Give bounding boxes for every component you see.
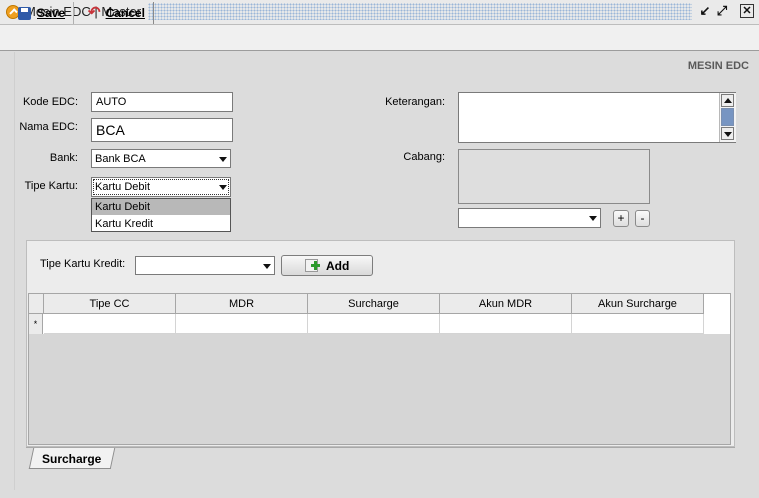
add-cabang-button[interactable]: + (613, 210, 629, 227)
save-button[interactable]: Save (4, 2, 74, 24)
keterangan-label: Keterangan: (385, 96, 445, 108)
table-cell[interactable] (308, 314, 440, 334)
chevron-down-icon[interactable] (589, 216, 597, 221)
bank-label: Bank: (49, 152, 78, 164)
tipe-kartu-value: Kartu Debit (95, 181, 151, 193)
dropdown-option-kartu-debit[interactable]: Kartu Debit (92, 199, 230, 215)
column-header-surcharge[interactable]: Surcharge (308, 294, 440, 314)
bank-select[interactable]: Bank BCA (91, 149, 231, 168)
surcharge-grid: Tipe CC MDR Surcharge Akun MDR Akun Surc… (28, 293, 731, 445)
cabang-list[interactable] (458, 149, 650, 204)
tipe-kartu-kredit-select[interactable] (135, 256, 275, 275)
scroll-down-button[interactable] (721, 127, 734, 140)
column-header-tipe-cc[interactable]: Tipe CC (44, 294, 176, 314)
table-cell[interactable] (440, 314, 572, 334)
tipe-kartu-dropdown: Kartu Debit Kartu Kredit (91, 198, 231, 232)
chevron-down-icon[interactable] (263, 263, 271, 269)
dropdown-option-kartu-kredit[interactable]: Kartu Kredit (92, 216, 230, 232)
save-label: Save (37, 6, 66, 20)
tab-strip-line (26, 447, 735, 448)
cancel-button[interactable]: ↶ Cancel (78, 2, 154, 24)
nama-edc-field[interactable]: BCA (91, 118, 233, 142)
table-cell[interactable] (44, 314, 176, 334)
new-row-marker[interactable]: * (29, 314, 43, 334)
nama-edc-label: Nama EDC: (19, 121, 78, 133)
arrow-down-icon (724, 132, 732, 137)
tipe-kartu-select[interactable]: Kartu Debit (91, 177, 231, 197)
chevron-down-icon[interactable] (219, 185, 227, 190)
tab-surcharge-label: Surcharge (42, 452, 102, 466)
cabang-label: Cabang: (403, 151, 445, 163)
bank-value: Bank BCA (95, 152, 146, 165)
keterangan-textarea[interactable] (458, 92, 736, 143)
scroll-up-button[interactable] (721, 94, 734, 107)
tipe-kartu-label: Tipe Kartu: (24, 180, 78, 192)
column-header-akun-surcharge[interactable]: Akun Surcharge (572, 294, 704, 314)
column-header-akun-mdr[interactable]: Akun MDR (440, 294, 572, 314)
kode-edc-label: Kode EDC: (22, 96, 78, 108)
title-bar-pattern (148, 3, 692, 20)
grid-corner-header (29, 294, 44, 314)
cancel-label: Cancel (105, 6, 145, 20)
scroll-thumb[interactable] (721, 108, 734, 126)
remove-cabang-button[interactable]: - (635, 210, 650, 227)
cabang-select[interactable] (458, 208, 601, 228)
arrow-up-icon (724, 98, 732, 103)
add-button[interactable]: Add (281, 255, 373, 276)
toolbar (0, 25, 759, 51)
add-label: Add (326, 258, 350, 273)
chevron-down-icon[interactable] (219, 156, 227, 162)
table-cell[interactable] (572, 314, 704, 334)
kode-edc-field[interactable]: AUTO (91, 92, 233, 112)
kode-edc-value: AUTO (96, 96, 127, 108)
keterangan-scrollbar[interactable] (719, 93, 736, 142)
grid-empty-area (29, 334, 730, 444)
table-cell[interactable] (176, 314, 308, 334)
add-icon (305, 259, 320, 272)
section-title: MESIN EDC (687, 60, 749, 72)
save-icon (18, 6, 31, 20)
maximize-icon[interactable]: ⤢ (715, 4, 729, 18)
undo-icon: ↶ (88, 4, 101, 21)
close-icon[interactable]: ✕ (740, 4, 754, 18)
nama-edc-value: BCA (96, 122, 125, 138)
restore-icon[interactable]: ↙ (698, 4, 712, 18)
column-header-mdr[interactable]: MDR (176, 294, 308, 314)
tipe-kartu-kredit-label: Tipe Kartu Kredit: (40, 258, 126, 270)
